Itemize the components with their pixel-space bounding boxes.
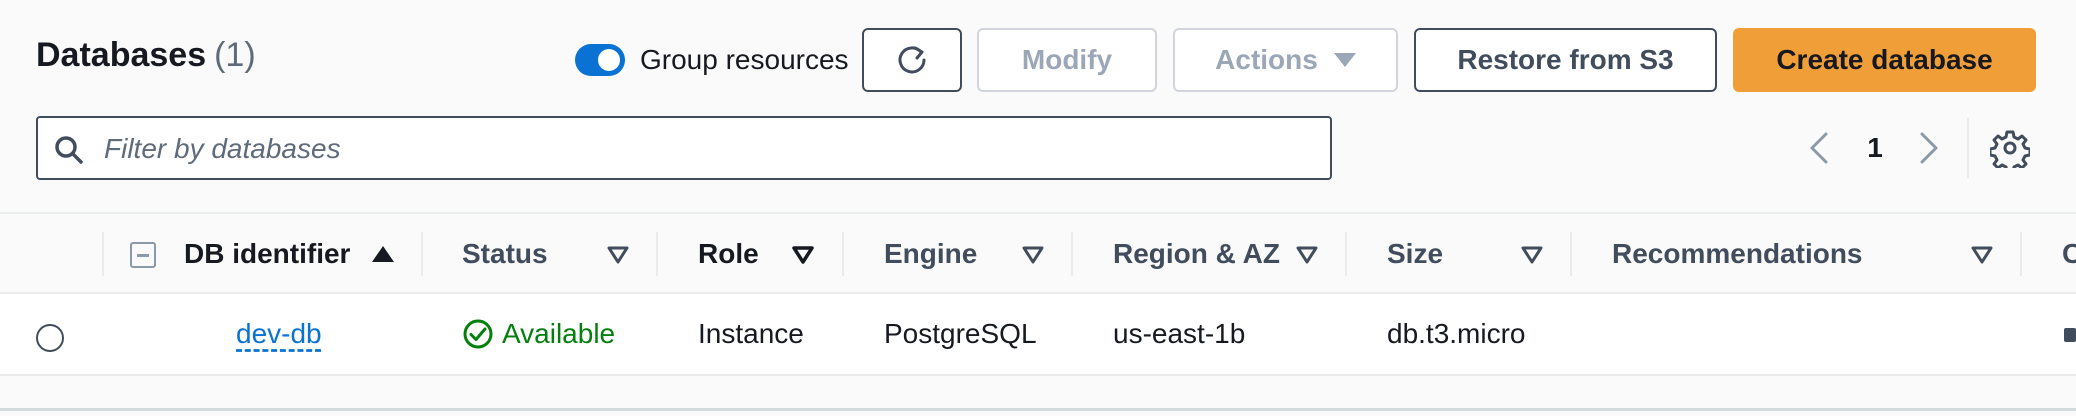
refresh-button[interactable] [862,28,962,92]
status-text: Available [502,318,616,349]
region-az-cell: us-east-1b [1113,318,1246,349]
column-label: Engine [884,238,978,269]
next-page-icon[interactable] [1914,130,1942,166]
sort-caret-icon [1022,246,1044,264]
column-label: Size [1387,238,1444,269]
modify-button[interactable]: Modify [977,28,1157,92]
page-title-text: Databases [36,36,207,74]
filter-search-box[interactable] [36,116,1332,180]
column-header-engine[interactable]: Engine [884,214,977,294]
gear-icon[interactable] [1990,128,2030,168]
column-header-status[interactable]: Status [462,214,548,294]
sort-ascending-icon [372,246,394,262]
search-icon [55,136,83,164]
sort-caret-icon [1971,246,1993,264]
sort-caret-icon [1296,246,1318,264]
select-all-checkbox[interactable] [130,242,156,268]
column-header-recommendations[interactable]: Recommendations [1612,214,1863,294]
sort-caret-icon [607,246,629,264]
caret-down-icon [1333,53,1356,67]
row-select-radio[interactable] [36,324,64,352]
size-cell: db.t3.micro [1387,318,1526,349]
group-resources-label: Group resources [640,44,849,75]
db-identifier-cell[interactable]: dev-db [236,294,322,374]
status-cell: Available [462,294,615,374]
column-header-truncated: C [2062,238,2076,269]
truncated-cell-icon [2064,328,2076,342]
column-label: Role [698,238,759,269]
role-cell: Instance [698,318,804,349]
check-circle-icon [463,319,493,349]
refresh-icon [898,46,926,74]
column-label: Status [462,238,548,269]
column-label: Region & AZ [1113,238,1280,269]
restore-from-s3-button[interactable]: Restore from S3 [1414,28,1717,92]
actions-label: Actions [1215,44,1318,75]
column-label: Recommendations [1612,238,1863,269]
column-header-role[interactable]: Role [698,214,759,294]
db-identifier-link[interactable]: dev-db [236,318,322,350]
table-header: DB identifier Status Role Engine Region … [0,212,2076,294]
previous-page-icon[interactable] [1806,130,1834,166]
create-database-button[interactable]: Create database [1733,28,2036,92]
actions-button[interactable]: Actions [1173,28,1398,92]
column-header-region-az[interactable]: Region & AZ [1113,214,1280,294]
column-label: DB identifier [184,238,351,269]
engine-cell: PostgreSQL [884,318,1037,349]
table-row[interactable]: dev-db Available Instance PostgreSQL us-… [0,294,2076,376]
column-header-size[interactable]: Size [1387,214,1443,294]
resource-count: (1) [214,36,256,74]
sort-caret-icon [1521,246,1543,264]
table-bottom-border [0,408,2076,411]
filter-input[interactable] [102,118,1306,180]
pagination-divider [1967,118,1969,178]
column-header-db-identifier[interactable]: DB identifier [184,214,350,294]
current-page-number[interactable]: 1 [1860,128,1890,168]
group-resources-toggle[interactable] [575,44,625,76]
page-title: Databases (1) [36,36,256,75]
sort-caret-icon [792,246,814,264]
